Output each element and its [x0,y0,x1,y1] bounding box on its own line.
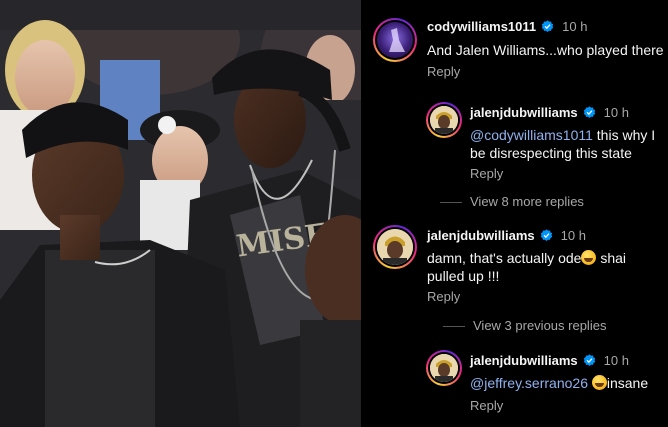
comment-text: @codywilliams1011 this why I be disrespe… [470,126,665,162]
comment-text: And Jalen Williams...who played there [427,42,664,58]
mention-link[interactable]: @codywilliams1011 [470,127,593,143]
verified-badge-icon [541,20,554,32]
reply-button[interactable]: Reply [470,398,503,413]
comment-time: 10 h [603,353,629,368]
view-more-replies-label: View 8 more replies [470,194,584,209]
username-link[interactable]: jalenjdubwilliams [427,228,535,243]
comment-text-after: insane [606,375,649,391]
durag-portrait-avatar-icon [430,354,458,382]
mention-link[interactable]: @jeffrey.serrano26 [470,375,588,391]
username-link[interactable]: jalenjdubwilliams [470,353,578,368]
reply-button[interactable]: Reply [427,64,460,79]
avatar[interactable] [373,18,417,62]
comments-panel: codywilliams1011 10 h And Jalen Williams.… [361,0,668,427]
reply-button[interactable]: Reply [427,289,460,304]
purple-figure-avatar-icon [389,28,405,52]
laughing-emoji-icon [591,375,607,390]
comment-username[interactable]: jalenjdubwilliams 10 h [470,353,629,368]
arena-crowd-photo: MISF [0,0,361,427]
avatar[interactable] [426,350,462,386]
view-previous-replies-label: View 3 previous replies [473,318,607,333]
verified-badge-icon [583,354,595,366]
comment-username[interactable]: codywilliams1011 10 h [427,19,587,34]
comment-text-line2: be disrespecting this state [470,145,632,161]
avatar[interactable] [373,225,417,269]
laughing-emoji-icon [581,250,597,265]
avatar[interactable] [426,102,462,138]
comment-time: 10 h [560,228,586,243]
view-previous-replies-button[interactable]: View 3 previous replies [443,318,606,333]
comment-time: 10 h [603,105,629,120]
comment-text: @jeffrey.serrano26 insane [470,374,648,392]
durag-portrait-avatar-icon [377,229,413,265]
durag-portrait-avatar-icon [430,106,458,134]
comment-text: damn, that's actually ode shai pulled up… [427,249,662,285]
username-link[interactable]: codywilliams1011 [427,19,536,34]
comment-username[interactable]: jalenjdubwilliams 10 h [427,228,586,243]
comment-text-line1: this why I [592,127,656,143]
comment-text-line2: pulled up !!! [427,268,500,284]
view-more-replies-button[interactable]: View 8 more replies [440,194,584,209]
reply-button[interactable]: Reply [470,166,503,181]
comment-username[interactable]: jalenjdubwilliams 10 h [470,105,629,120]
comment-time: 10 h [562,19,588,34]
verified-badge-icon [583,106,595,118]
comment-text-line1a: damn, that's actually ode [427,250,582,266]
photo-panel: MISF [0,0,361,427]
verified-badge-icon [540,229,552,241]
comment-text-line1b: shai [596,250,627,266]
username-link[interactable]: jalenjdubwilliams [470,105,578,120]
